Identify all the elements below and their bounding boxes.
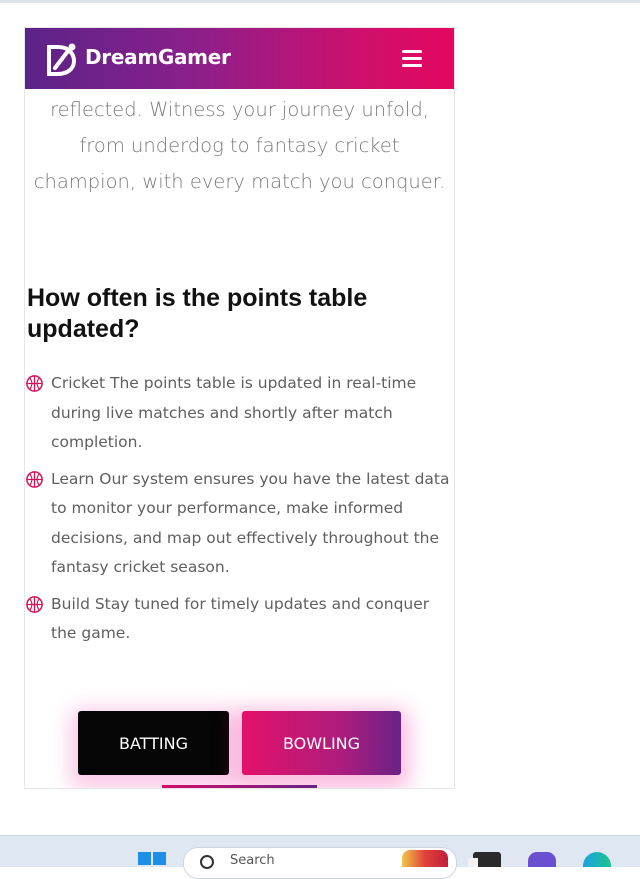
teams-icon[interactable] <box>528 852 556 867</box>
list-item-text: to monitor your performance, make inform… <box>51 499 404 517</box>
intro-line: from underdog to fantasy cricket <box>79 134 400 157</box>
bowling-tab-button[interactable]: BOWLING <box>242 711 401 775</box>
brand-name[interactable]: DreamGamer <box>85 45 231 69</box>
cricket-ball-icon <box>26 375 43 392</box>
windows-taskbar: Search <box>0 835 640 879</box>
list-item: Cricket The points table is updated in r… <box>25 369 454 458</box>
mobile-viewport: DreamGamer reflected. Witness your journ… <box>25 28 454 788</box>
dreamgamer-logo-icon[interactable] <box>43 40 81 78</box>
intro-line: reflected. Witness your journey unfold, <box>50 98 429 121</box>
faq-answer-list: Cricket The points table is updated in r… <box>25 369 454 649</box>
list-item-text: the game. <box>51 624 131 642</box>
search-highlight-icon[interactable] <box>402 850 448 867</box>
cricket-ball-icon <box>26 595 43 613</box>
next-section-edge <box>162 785 317 788</box>
list-item-text: Cricket The points table is updated in r… <box>51 374 417 392</box>
search-icon <box>200 855 214 869</box>
list-item-text: fantasy cricket season. <box>51 558 230 576</box>
faq-heading: How often is the points table updated? <box>27 284 368 343</box>
list-item-text: Learn Our system ensures you have the la… <box>51 469 450 488</box>
list-item: Build Stay tuned for timely updates and … <box>25 590 454 649</box>
site-header: DreamGamer <box>25 28 454 89</box>
cricket-ball-icon <box>26 470 43 488</box>
edge-browser-icon[interactable] <box>583 852 611 867</box>
list-item-text: during live matches and shortly after ma… <box>51 403 393 422</box>
list-item-text: Build Stay tuned for timely updates and … <box>51 594 430 613</box>
intro-paragraph: reflected. Witness your journey unfold, … <box>25 92 454 200</box>
list-item-text: decisions, and map out effectively throu… <box>51 528 440 547</box>
windows-start-icon[interactable] <box>138 852 166 867</box>
hamburger-menu-icon[interactable] <box>402 50 422 68</box>
batting-tab-button[interactable]: BATTING <box>78 711 229 775</box>
list-item-text: completion. <box>51 433 143 451</box>
list-item: Learn Our system ensures you have the la… <box>25 465 454 583</box>
browser-top-border <box>0 0 640 3</box>
intro-line: champion, with every match you conquer. <box>33 170 446 193</box>
task-view-icon[interactable] <box>468 852 501 867</box>
